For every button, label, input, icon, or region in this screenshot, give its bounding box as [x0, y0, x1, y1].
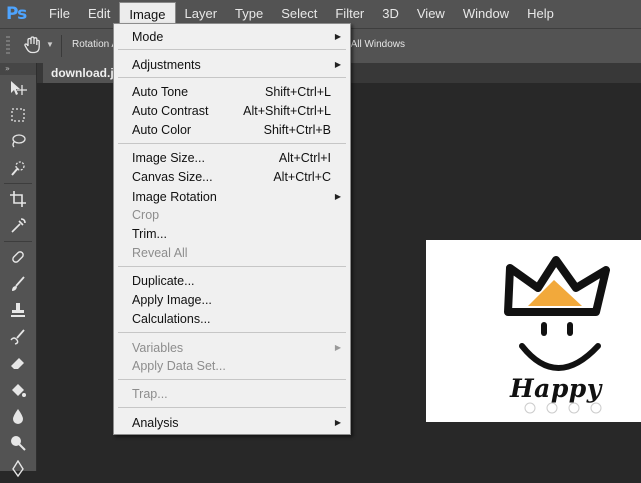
options-divider	[61, 35, 62, 57]
toolbox-collapse-icon[interactable]: »	[0, 63, 36, 75]
menu-window[interactable]: Window	[454, 0, 518, 28]
image-menu-dropdown: Mode ▶ Adjustments ▶ Auto Tone Shift+Ctr…	[113, 23, 351, 435]
menu-item-crop[interactable]: Crop	[114, 206, 350, 224]
submenu-arrow-icon: ▶	[334, 60, 341, 69]
rotation-label: Rotation A	[72, 39, 119, 50]
hand-tool-icon[interactable]	[20, 35, 46, 57]
menu-item-image-size[interactable]: Image Size... Alt+Ctrl+I	[114, 149, 350, 167]
menu-item-label: Trap...	[132, 387, 168, 401]
submenu-arrow-icon: ▶	[334, 192, 341, 201]
menu-item-shortcut: Shift+Ctrl+L	[264, 85, 331, 99]
submenu-arrow-icon: ▶	[334, 418, 341, 427]
menu-item-label: Image Size...	[132, 151, 205, 165]
menu-item-auto-tone[interactable]: Auto Tone Shift+Ctrl+L	[114, 83, 350, 101]
menu-item-duplicate[interactable]: Duplicate...	[114, 272, 350, 290]
menu-item-analysis[interactable]: Analysis ▶	[114, 414, 350, 432]
tool-preset-caret-icon[interactable]: ▼	[46, 40, 54, 49]
menu-item-adjustments[interactable]: Adjustments ▶	[114, 56, 350, 74]
menu-item-label: Mode	[132, 30, 164, 44]
menu-item-shortcut: Shift+Ctrl+B	[263, 123, 331, 137]
dodge-tool-icon[interactable]	[0, 430, 36, 457]
canvas-image-text: Happy	[510, 374, 602, 403]
canvas-image[interactable]: Happy	[426, 240, 641, 422]
menu-item-mode[interactable]: Mode ▶	[114, 28, 350, 46]
menu-item-label: Variables	[132, 341, 184, 355]
menu-item-trap[interactable]: Trap...	[114, 385, 350, 403]
menu-item-label: Reveal All	[132, 246, 188, 260]
quick-selection-tool-icon[interactable]	[0, 155, 36, 182]
menu-separator	[118, 407, 346, 408]
brush-tool-icon[interactable]	[0, 271, 36, 298]
options-bar-grip[interactable]	[6, 36, 10, 56]
menu-file[interactable]: File	[40, 0, 79, 28]
menu-item-label: Apply Image...	[132, 293, 212, 307]
menu-separator	[118, 77, 346, 78]
menu-separator	[118, 332, 346, 333]
menu-item-label: Analysis	[132, 416, 179, 430]
menu-item-shortcut: Alt+Shift+Ctrl+L	[243, 104, 331, 118]
blur-tool-icon[interactable]	[0, 403, 36, 430]
menu-item-label: Apply Data Set...	[132, 359, 226, 373]
pen-tool-icon[interactable]	[0, 456, 36, 483]
menu-item-trim[interactable]: Trim...	[114, 225, 350, 243]
menu-item-label: Crop	[132, 208, 160, 222]
menu-item-label: Duplicate...	[132, 274, 195, 288]
menu-separator	[118, 143, 346, 144]
crop-tool-icon[interactable]	[0, 186, 36, 213]
menu-item-label: Image Rotation	[132, 190, 217, 204]
menu-separator	[118, 266, 346, 267]
menu-item-image-rotation[interactable]: Image Rotation ▶	[114, 188, 350, 206]
menu-item-label: Canvas Size...	[132, 170, 213, 184]
menu-item-label: Calculations...	[132, 312, 211, 326]
menu-item-shortcut: Alt+Ctrl+C	[273, 170, 331, 184]
menu-item-label: Auto Contrast	[132, 104, 209, 118]
menu-item-auto-contrast[interactable]: Auto Contrast Alt+Shift+Ctrl+L	[114, 102, 350, 120]
menu-item-label: Auto Color	[132, 123, 192, 137]
paint-bucket-tool-icon[interactable]	[0, 377, 36, 404]
menu-item-calculations[interactable]: Calculations...	[114, 310, 350, 328]
menu-item-canvas-size[interactable]: Canvas Size... Alt+Ctrl+C	[114, 168, 350, 186]
photoshop-logo: Ps	[6, 4, 27, 24]
menu-item-apply-data-set[interactable]: Apply Data Set...	[114, 357, 350, 375]
menu-item-shortcut: Alt+Ctrl+I	[278, 151, 331, 165]
healing-brush-tool-icon[interactable]	[0, 244, 36, 271]
submenu-arrow-icon: ▶	[334, 32, 341, 41]
history-brush-tool-icon[interactable]	[0, 324, 36, 351]
submenu-arrow-icon: ▶	[334, 343, 341, 352]
toolbox-divider	[4, 183, 32, 184]
menu-item-label: Adjustments	[132, 58, 201, 72]
move-tool-icon[interactable]	[0, 75, 36, 102]
menu-item-label: Auto Tone	[132, 85, 189, 99]
eyedropper-tool-icon[interactable]	[0, 213, 36, 240]
menu-item-label: Trim...	[132, 227, 167, 241]
toolbox-divider	[4, 241, 32, 242]
menu-item-apply-image[interactable]: Apply Image...	[114, 291, 350, 309]
menu-item-reveal-all[interactable]: Reveal All	[114, 244, 350, 262]
menu-separator	[118, 49, 346, 50]
lasso-tool-icon[interactable]	[0, 128, 36, 155]
menu-separator	[118, 379, 346, 380]
menu-item-auto-color[interactable]: Auto Color Shift+Ctrl+B	[114, 121, 350, 139]
menu-view[interactable]: View	[408, 0, 454, 28]
menu-3d[interactable]: 3D	[373, 0, 408, 28]
toolbox: »	[0, 63, 37, 478]
marquee-tool-icon[interactable]	[0, 102, 36, 129]
menu-item-variables[interactable]: Variables ▶	[114, 339, 350, 357]
eraser-tool-icon[interactable]	[0, 350, 36, 377]
menu-help[interactable]: Help	[518, 0, 563, 28]
clone-stamp-tool-icon[interactable]	[0, 297, 36, 324]
